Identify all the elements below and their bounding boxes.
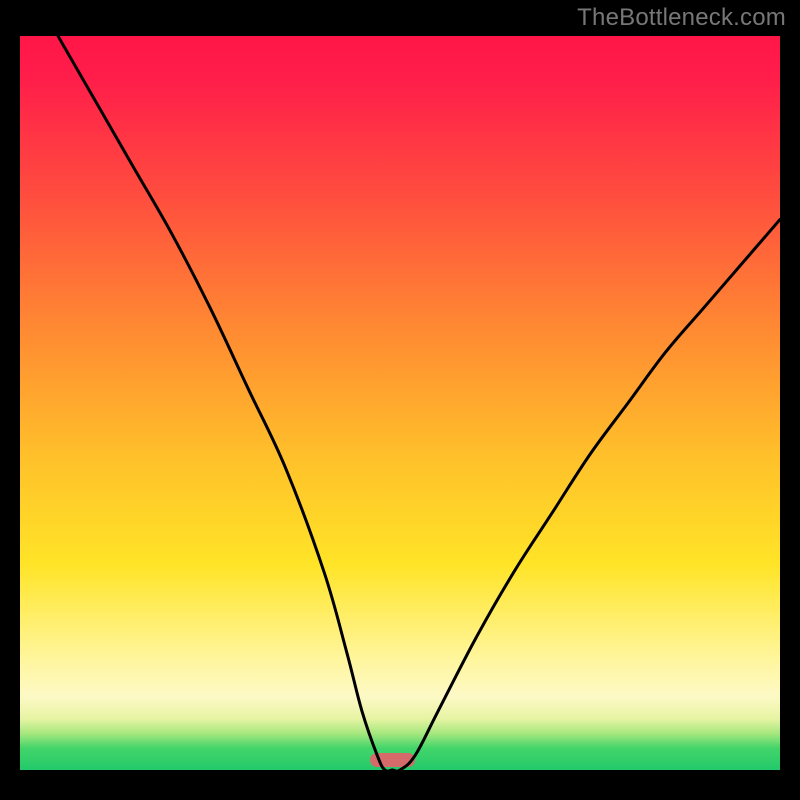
watermark-text: TheBottleneck.com <box>577 4 786 32</box>
bottleneck-curve <box>20 36 780 770</box>
chart-frame: TheBottleneck.com <box>0 0 800 800</box>
plot-area <box>20 36 780 770</box>
